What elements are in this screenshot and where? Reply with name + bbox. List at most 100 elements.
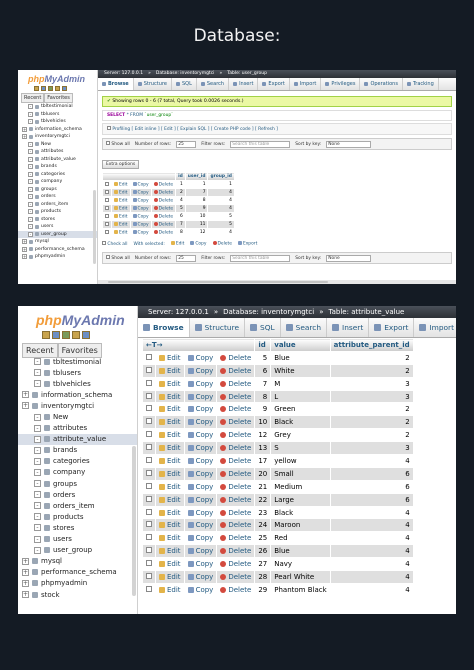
- cell-group-id[interactable]: 5: [207, 212, 235, 221]
- tree-item-attributes[interactable]: - attributes: [18, 148, 97, 156]
- expand-icon[interactable]: +: [22, 239, 27, 245]
- tab-sql[interactable]: SQL: [172, 78, 197, 90]
- breadcrumb-item[interactable]: Server: 127.0.0.1: [148, 308, 209, 316]
- cell-id[interactable]: 2: [175, 188, 186, 197]
- tree-item-inventorymgtci[interactable]: + inventorymgtci: [18, 400, 137, 411]
- copy-button[interactable]: Copy: [183, 570, 218, 584]
- expand-icon[interactable]: -: [34, 491, 41, 499]
- nav-scrollbar[interactable]: [132, 446, 136, 596]
- tab-privileges[interactable]: Privileges: [321, 78, 361, 90]
- tab-favorites[interactable]: Favorites: [44, 93, 73, 103]
- horizontal-scrollbar[interactable]: [98, 280, 456, 284]
- tree-item-new[interactable]: - New: [18, 141, 97, 149]
- cell-id[interactable]: 24: [254, 518, 272, 533]
- edit-button[interactable]: Edit: [111, 180, 131, 189]
- cell-value[interactable]: White: [270, 363, 331, 378]
- expand-icon[interactable]: +: [22, 557, 29, 565]
- cell-attribute-parent-id[interactable]: 2: [329, 350, 414, 365]
- copy-button[interactable]: Copy: [183, 582, 218, 597]
- row-checkbox[interactable]: [146, 560, 152, 567]
- cell-value[interactable]: Phantom Black: [270, 582, 331, 597]
- column-header-value[interactable]: value: [270, 338, 331, 352]
- tab-insert[interactable]: Insert: [229, 78, 259, 90]
- delete-button[interactable]: Delete: [150, 228, 177, 237]
- tree-item-tblvehicles[interactable]: - tblvehicles: [18, 378, 137, 389]
- copy-button[interactable]: Copy: [129, 212, 152, 221]
- copy-button[interactable]: Copy: [183, 350, 218, 365]
- delete-button[interactable]: Delete: [216, 582, 256, 597]
- cell-value[interactable]: Black: [270, 505, 331, 520]
- nav-scrollbar[interactable]: [93, 190, 96, 264]
- delete-button[interactable]: Delete: [216, 415, 256, 430]
- cell-value[interactable]: Black: [270, 415, 331, 430]
- expand-icon[interactable]: -: [34, 502, 41, 510]
- tree-item-tblusers[interactable]: - tblusers: [18, 111, 97, 119]
- bulk-edit-button[interactable]: Edit: [170, 241, 184, 247]
- edit-button[interactable]: Edit: [111, 220, 131, 229]
- reload-icon[interactable]: [62, 86, 67, 91]
- column-header-id[interactable]: id: [254, 338, 272, 352]
- tree-item-mysql[interactable]: + mysql: [18, 238, 97, 246]
- tree-item-orders[interactable]: - orders: [18, 193, 97, 201]
- expand-icon[interactable]: -: [34, 468, 41, 476]
- cell-value[interactable]: Blue: [270, 350, 331, 365]
- tree-item-orders[interactable]: - orders: [18, 489, 137, 500]
- delete-button[interactable]: Delete: [216, 557, 256, 572]
- cell-group-id[interactable]: 1: [207, 180, 235, 189]
- expand-icon[interactable]: -: [34, 446, 41, 454]
- edit-button[interactable]: Edit: [155, 441, 185, 456]
- tree-item-orders-item[interactable]: - orders_item: [18, 201, 97, 209]
- delete-button[interactable]: Delete: [216, 492, 256, 507]
- cell-id[interactable]: 29: [254, 582, 272, 597]
- row-checkbox[interactable]: [146, 547, 152, 554]
- row-checkbox[interactable]: [146, 431, 152, 438]
- row-checkbox[interactable]: [105, 197, 109, 202]
- expand-icon[interactable]: -: [34, 546, 41, 554]
- cell-user-id[interactable]: 9: [184, 204, 209, 213]
- tree-item-phpmyadmin[interactable]: + phpmyadmin: [18, 253, 97, 261]
- tab-structure[interactable]: Structure: [190, 318, 245, 337]
- breadcrumb-item[interactable]: Server: 127.0.0.1: [104, 71, 143, 76]
- tree-item-stores[interactable]: - stores: [18, 216, 97, 224]
- copy-button[interactable]: Copy: [183, 518, 218, 533]
- copy-button[interactable]: Copy: [129, 220, 152, 229]
- cell-id[interactable]: 7: [175, 220, 186, 229]
- expand-icon[interactable]: -: [34, 413, 41, 421]
- delete-button[interactable]: Delete: [216, 518, 256, 533]
- check-all-link[interactable]: Check all: [102, 241, 127, 247]
- row-checkbox[interactable]: [146, 585, 152, 592]
- profiling-checkbox[interactable]: [107, 126, 111, 130]
- expand-icon[interactable]: -: [28, 201, 33, 207]
- delete-button[interactable]: Delete: [150, 204, 177, 213]
- tree-item-orders-item[interactable]: - orders_item: [18, 500, 137, 511]
- tree-item-tblvehicles[interactable]: - tblvehicles: [18, 118, 97, 126]
- edit-button[interactable]: Edit: [111, 188, 131, 197]
- edit-button[interactable]: Edit: [155, 376, 185, 391]
- row-checkbox[interactable]: [146, 405, 152, 412]
- copy-button[interactable]: Copy: [183, 376, 218, 391]
- edit-button[interactable]: Edit: [155, 389, 185, 404]
- rows-select-bottom[interactable]: 25: [176, 254, 197, 262]
- cell-attribute-parent-id[interactable]: 4: [329, 570, 414, 584]
- delete-button[interactable]: Delete: [216, 441, 256, 456]
- expand-icon[interactable]: -: [28, 216, 33, 222]
- tab-export[interactable]: Export: [258, 78, 290, 90]
- row-checkbox[interactable]: [105, 181, 109, 186]
- copy-button[interactable]: Copy: [129, 180, 152, 189]
- cell-attribute-parent-id[interactable]: 4: [329, 518, 414, 533]
- cell-attribute-parent-id[interactable]: 4: [329, 531, 414, 546]
- show-all-checkbox-bottom[interactable]: [106, 255, 110, 259]
- cell-id[interactable]: 8: [254, 389, 272, 404]
- edit-button[interactable]: Edit: [155, 582, 185, 597]
- tree-item-attributes[interactable]: - attributes: [18, 423, 137, 434]
- edit-button[interactable]: Edit: [155, 557, 185, 572]
- tab-import[interactable]: Import: [414, 318, 456, 337]
- delete-button[interactable]: Delete: [216, 570, 256, 584]
- row-checkbox[interactable]: [146, 392, 152, 399]
- cell-id[interactable]: 21: [254, 479, 272, 494]
- row-checkbox[interactable]: [146, 572, 152, 579]
- extra-options-button[interactable]: Extra options: [102, 160, 140, 169]
- cell-value[interactable]: yellow: [270, 454, 331, 468]
- row-checkbox[interactable]: [146, 456, 152, 463]
- tree-item-tbltestimonial[interactable]: - tbltestimonial: [18, 103, 97, 111]
